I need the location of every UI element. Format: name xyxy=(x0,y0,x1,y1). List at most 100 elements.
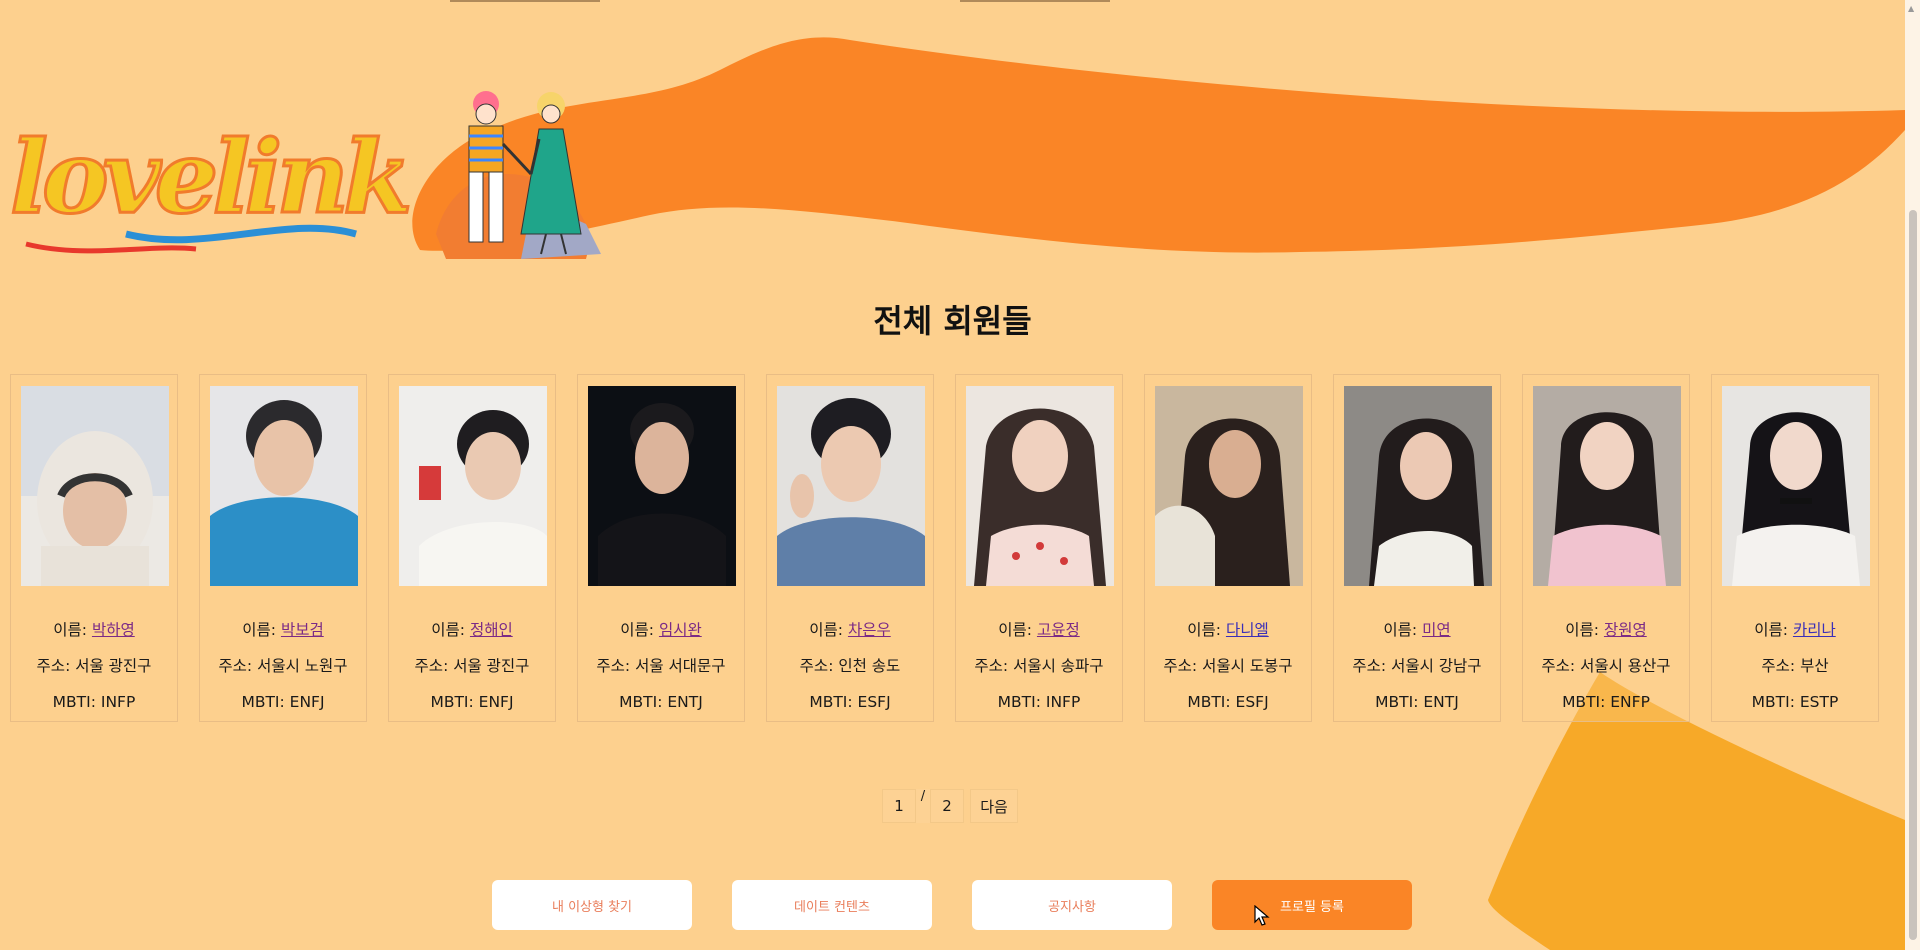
member-photo[interactable] xyxy=(1533,386,1681,586)
name-label: 이름: xyxy=(809,621,848,639)
address-label: 주소: xyxy=(1352,657,1392,675)
member-mbti: ENFJ xyxy=(289,693,325,711)
member-list: 이름: 박하영 주소: 서울 광진구 MBTI: INFP 이름: 박보검 주소… xyxy=(10,374,1879,722)
member-address: 부산 xyxy=(1800,657,1829,675)
member-card[interactable]: 이름: 다니엘 주소: 서울시 도봉구 MBTI: ESFJ xyxy=(1144,374,1312,722)
top-line-right xyxy=(960,0,1110,2)
member-mbti-row: MBTI: INFP xyxy=(966,684,1112,720)
member-address-row: 주소: 서울 광진구 xyxy=(21,648,167,684)
member-name-row: 이름: 다니엘 xyxy=(1155,612,1301,648)
member-mbti-row: MBTI: ESFJ xyxy=(777,684,923,720)
member-mbti-row: MBTI: ENFP xyxy=(1533,684,1679,720)
member-photo[interactable] xyxy=(1722,386,1870,586)
name-label: 이름: xyxy=(431,621,470,639)
member-name-row: 이름: 차은우 xyxy=(777,612,923,648)
member-name-link[interactable]: 임시완 xyxy=(659,621,702,639)
member-photo[interactable] xyxy=(588,386,736,586)
next-page-button[interactable]: 다음 xyxy=(970,789,1018,823)
member-mbti: ESFJ xyxy=(1235,693,1269,711)
member-name-link[interactable]: 다니엘 xyxy=(1226,621,1269,639)
mbti-label: MBTI: xyxy=(619,693,668,711)
member-name-link[interactable]: 고윤정 xyxy=(1037,621,1080,639)
section-title: 전체 회원들 xyxy=(873,302,1032,340)
member-mbti-row: MBTI: INFP xyxy=(21,684,167,720)
member-name-link[interactable]: 차은우 xyxy=(848,621,891,639)
name-label: 이름: xyxy=(998,621,1037,639)
address-label: 주소: xyxy=(1163,657,1203,675)
mbti-label: MBTI: xyxy=(241,693,290,711)
member-mbti-row: MBTI: ENFJ xyxy=(210,684,356,720)
member-address-row: 주소: 부산 xyxy=(1722,648,1868,684)
member-address: 서울 광진구 xyxy=(453,657,530,675)
member-card[interactable]: 이름: 차은우 주소: 인천 송도 MBTI: ESFJ xyxy=(766,374,934,722)
scroll-up-arrow-icon[interactable]: ▲ xyxy=(1908,4,1914,13)
member-photo[interactable] xyxy=(966,386,1114,586)
mbti-label: MBTI: xyxy=(997,693,1046,711)
address-label: 주소: xyxy=(414,657,454,675)
member-name-link[interactable]: 박하영 xyxy=(92,621,135,639)
logo-wordmark: lovelink xyxy=(10,118,408,236)
address-label: 주소: xyxy=(36,657,76,675)
member-mbti-row: MBTI: ENTJ xyxy=(1344,684,1490,720)
member-card[interactable]: 이름: 박보검 주소: 서울시 노원구 MBTI: ENFJ xyxy=(199,374,367,722)
notice-button[interactable]: 공지사항 xyxy=(972,880,1172,930)
member-name-link[interactable]: 미연 xyxy=(1422,621,1451,639)
member-address: 서울시 송파구 xyxy=(1013,657,1104,675)
mbti-label: MBTI: xyxy=(430,693,479,711)
member-card[interactable]: 이름: 미연 주소: 서울시 강남구 MBTI: ENTJ xyxy=(1333,374,1501,722)
couple-illustration xyxy=(436,91,601,259)
address-label: 주소: xyxy=(596,657,636,675)
member-address-row: 주소: 서울 광진구 xyxy=(399,648,545,684)
member-name-row: 이름: 장원영 xyxy=(1533,612,1679,648)
member-address-row: 주소: 서울 서대문구 xyxy=(588,648,734,684)
member-name-link[interactable]: 박보검 xyxy=(281,621,324,639)
member-photo[interactable] xyxy=(210,386,358,586)
member-mbti-row: MBTI: ENTJ xyxy=(588,684,734,720)
member-name-link[interactable]: 장원영 xyxy=(1604,621,1647,639)
mbti-label: MBTI: xyxy=(1751,693,1800,711)
member-address: 서울 광진구 xyxy=(75,657,152,675)
member-card[interactable]: 이름: 카리나 주소: 부산 MBTI: ESTP xyxy=(1711,374,1879,722)
member-name-row: 이름: 카리나 xyxy=(1722,612,1868,648)
orange-brush-stroke xyxy=(412,37,1905,253)
member-photo[interactable] xyxy=(21,386,169,586)
name-label: 이름: xyxy=(1565,621,1604,639)
member-card[interactable]: 이름: 장원영 주소: 서울시 용산구 MBTI: ENFP xyxy=(1522,374,1690,722)
name-label: 이름: xyxy=(1754,621,1793,639)
member-address: 서울시 노원구 xyxy=(257,657,348,675)
member-mbti-row: MBTI: ENFJ xyxy=(399,684,545,720)
member-name-link[interactable]: 카리나 xyxy=(1793,621,1836,639)
member-photo[interactable] xyxy=(1344,386,1492,586)
member-name-row: 이름: 박보검 xyxy=(210,612,356,648)
page-1-link[interactable]: 1 xyxy=(882,789,916,823)
member-address-row: 주소: 서울시 노원구 xyxy=(210,648,356,684)
name-label: 이름: xyxy=(620,621,659,639)
find-ideal-type-button[interactable]: 내 이상형 찾기 xyxy=(492,880,692,930)
member-address: 서울 서대문구 xyxy=(635,657,726,675)
member-mbti: ENFJ xyxy=(478,693,514,711)
member-card[interactable]: 이름: 박하영 주소: 서울 광진구 MBTI: INFP xyxy=(10,374,178,722)
member-address: 서울시 용산구 xyxy=(1580,657,1671,675)
member-card[interactable]: 이름: 임시완 주소: 서울 서대문구 MBTI: ENTJ xyxy=(577,374,745,722)
name-label: 이름: xyxy=(1383,621,1423,639)
member-card[interactable]: 이름: 고윤정 주소: 서울시 송파구 MBTI: INFP xyxy=(955,374,1123,722)
member-name-row: 이름: 정해인 xyxy=(399,612,545,648)
member-mbti: ESFJ xyxy=(857,693,891,711)
member-photo[interactable] xyxy=(399,386,547,586)
member-name-row: 이름: 박하영 xyxy=(21,612,167,648)
profile-register-button[interactable]: 프로필 등록 xyxy=(1212,880,1412,930)
date-content-button[interactable]: 데이트 컨텐츠 xyxy=(732,880,932,930)
member-address-row: 주소: 서울시 용산구 xyxy=(1533,648,1679,684)
lovelink-logo[interactable]: lovelink xyxy=(6,84,626,264)
scrollbar-thumb[interactable] xyxy=(1909,210,1917,940)
member-photo[interactable] xyxy=(777,386,925,586)
member-card[interactable]: 이름: 정해인 주소: 서울 광진구 MBTI: ENFJ xyxy=(388,374,556,722)
member-mbti-row: MBTI: ESFJ xyxy=(1155,684,1301,720)
member-name-row: 이름: 임시완 xyxy=(588,612,734,648)
page-2-link[interactable]: 2 xyxy=(930,789,964,823)
mbti-label: MBTI: xyxy=(1187,693,1236,711)
member-photo[interactable] xyxy=(1155,386,1303,586)
member-name-link[interactable]: 정해인 xyxy=(470,621,513,639)
vertical-scrollbar[interactable]: ▲ xyxy=(1905,0,1920,950)
member-name-row: 이름: 미연 xyxy=(1344,612,1490,648)
